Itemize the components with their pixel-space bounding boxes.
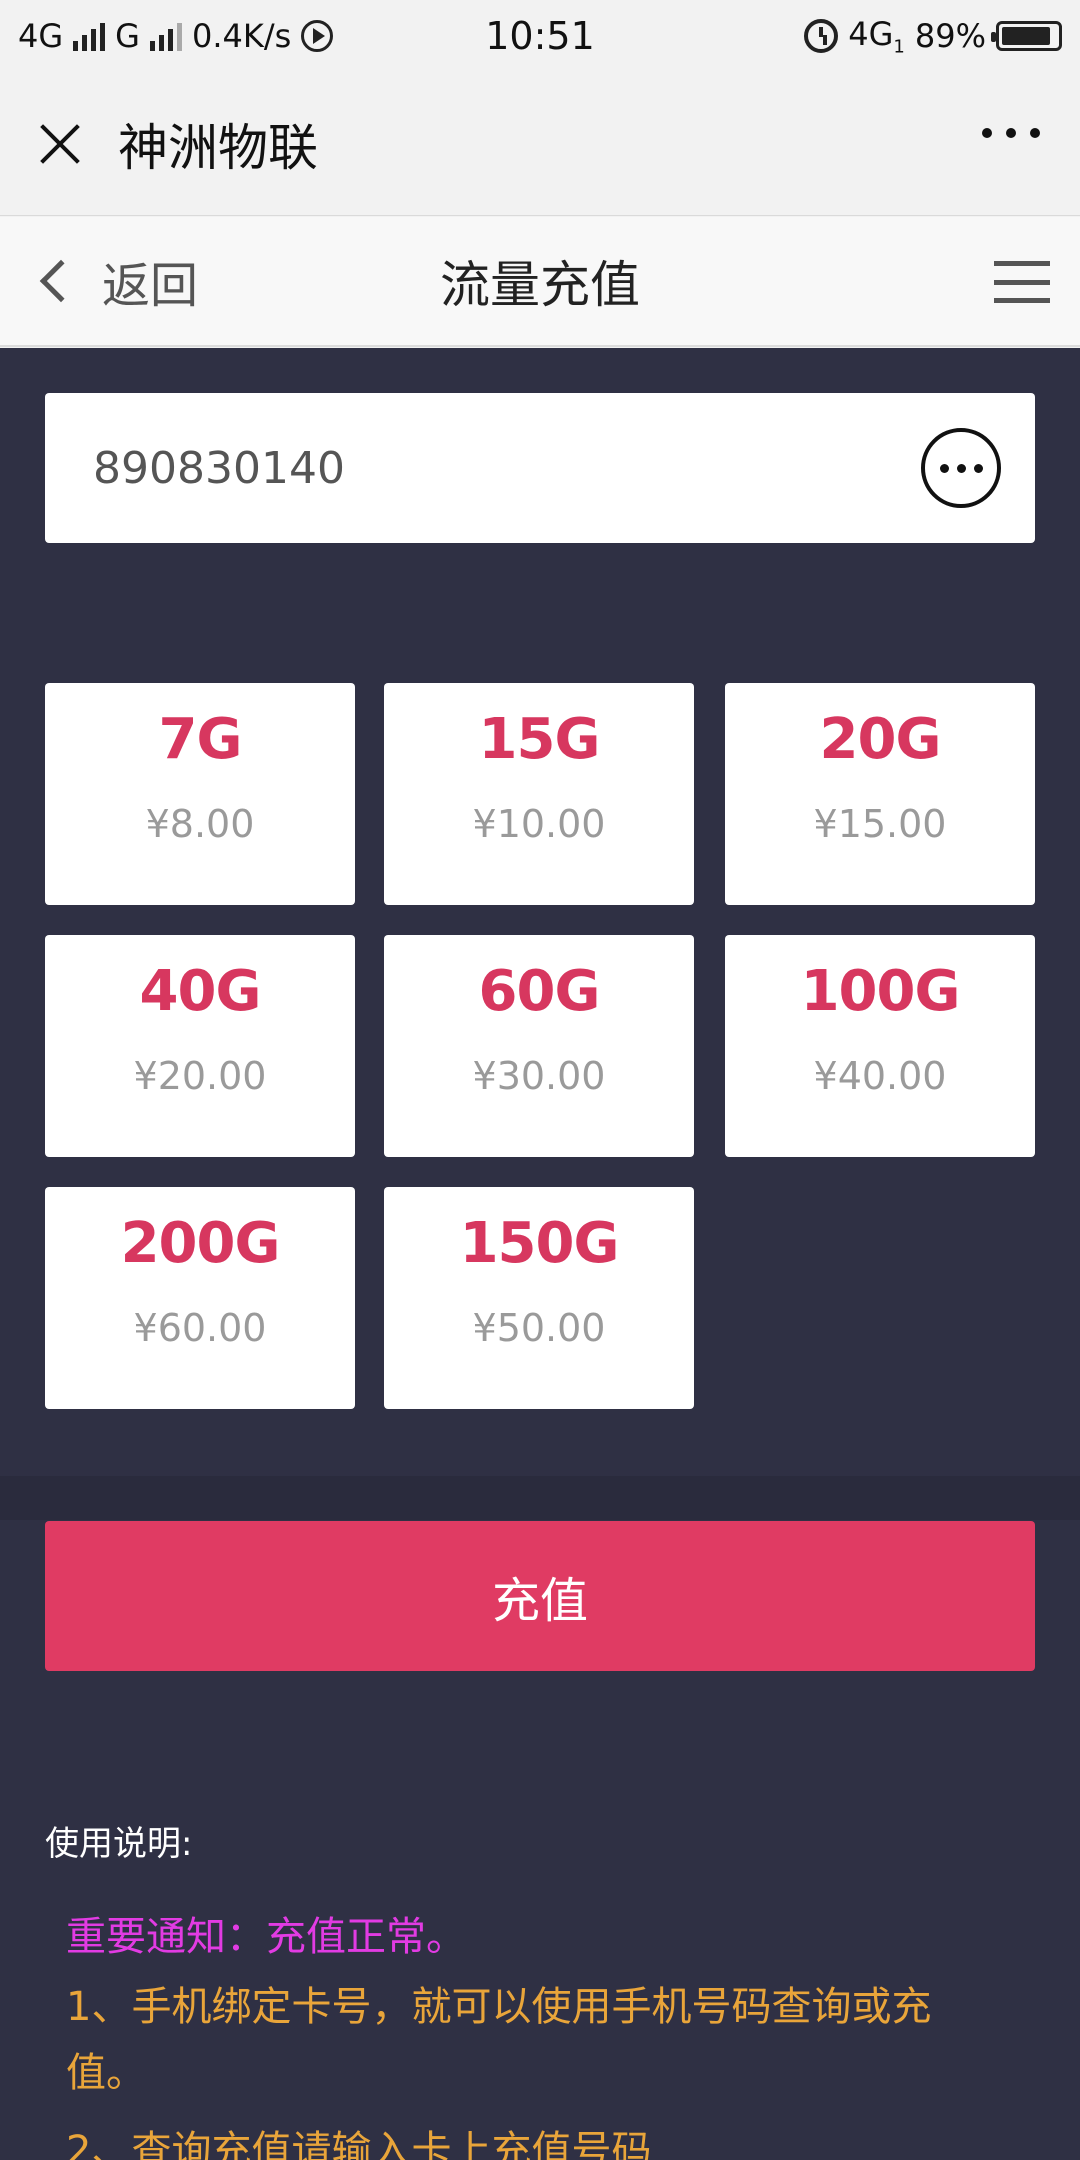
- plan-option[interactable]: 20G ¥15.00: [725, 683, 1035, 905]
- plan-size: 40G: [139, 959, 262, 1024]
- status-right: 4G1 89%: [804, 15, 1062, 57]
- battery-percent: 89%: [914, 16, 986, 55]
- network-speed: 0.4K/s: [191, 17, 292, 55]
- plan-size: 20G: [819, 707, 942, 772]
- back-label: 返回: [102, 258, 199, 314]
- status-left: 4G G 0.4K/s: [18, 17, 334, 55]
- plan-size: 60G: [478, 959, 601, 1024]
- card-number-field[interactable]: [45, 393, 1035, 543]
- alarm-icon: [804, 18, 839, 53]
- more-options-icon[interactable]: [982, 128, 1040, 138]
- plan-price: ¥40.00: [813, 1054, 947, 1098]
- network-type-3: 4G1: [848, 14, 905, 58]
- plan-size: 150G: [459, 1211, 620, 1276]
- plan-option[interactable]: 150G ¥50.00: [384, 1187, 694, 1409]
- plan-option[interactable]: 40G ¥20.00: [45, 935, 355, 1157]
- signal-icon: [73, 21, 106, 51]
- plan-price: ¥60.00: [133, 1306, 267, 1350]
- plan-price: ¥15.00: [813, 802, 947, 846]
- instructions-label: 使用说明:: [45, 1824, 193, 1864]
- plan-price: ¥8.00: [145, 802, 255, 846]
- play-icon: [301, 20, 334, 52]
- section-divider: [0, 1476, 1080, 1520]
- status-bar: 4G G 0.4K/s 10:51 4G1 89%: [0, 0, 1080, 72]
- plan-price: ¥50.00: [472, 1306, 606, 1350]
- back-button[interactable]: 返回: [39, 246, 199, 316]
- battery-icon: [991, 20, 1062, 51]
- plan-option[interactable]: 7G ¥8.00: [45, 683, 355, 905]
- plan-option[interactable]: 15G ¥10.00: [384, 683, 694, 905]
- close-icon[interactable]: [30, 114, 90, 174]
- network-type-1: 4G: [18, 17, 64, 55]
- plan-size: 15G: [478, 707, 601, 772]
- wechat-header: 神洲物联: [0, 72, 1080, 216]
- card-number-input[interactable]: [93, 442, 893, 494]
- plan-size: 200G: [120, 1211, 281, 1276]
- chevron-left-icon: [39, 259, 83, 303]
- plan-size: 100G: [800, 959, 961, 1024]
- plan-size: 7G: [158, 707, 243, 772]
- menu-icon[interactable]: [994, 261, 1050, 303]
- page-header: 返回 流量充值: [0, 217, 1080, 347]
- important-notice: 重要通知：充值正常。: [66, 1914, 466, 1960]
- instruction-rule-1: 1、手机绑定卡号，就可以使用手机号码查询或充值。: [66, 1984, 932, 2096]
- instruction-rule-2: 2、查询充值请输入卡上充值号码: [66, 2128, 652, 2160]
- more-circle-icon[interactable]: [921, 428, 1001, 508]
- main-content: 7G ¥8.00 15G ¥10.00 20G ¥15.00 40G ¥20.0…: [0, 348, 1080, 2160]
- signal-icon-2: [149, 21, 182, 51]
- recharge-button[interactable]: 充值: [45, 1521, 1035, 1671]
- plan-price: ¥10.00: [472, 802, 606, 846]
- network-type-2: G: [115, 17, 140, 55]
- plan-option[interactable]: 200G ¥60.00: [45, 1187, 355, 1409]
- plan-option[interactable]: 60G ¥30.00: [384, 935, 694, 1157]
- plan-price: ¥30.00: [472, 1054, 606, 1098]
- wechat-title: 神洲物联: [118, 118, 318, 177]
- plan-price: ¥20.00: [133, 1054, 267, 1098]
- plan-option[interactable]: 100G ¥40.00: [725, 935, 1035, 1157]
